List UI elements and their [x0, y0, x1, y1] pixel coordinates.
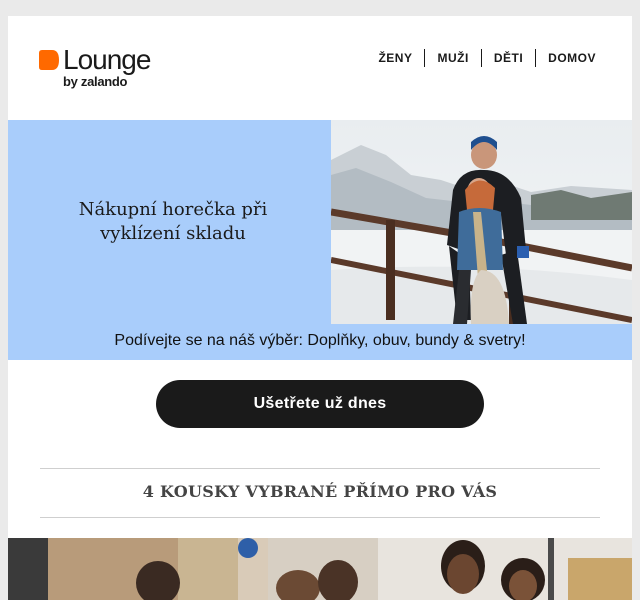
email-body: Lounge by zalando ŽENY MUŽI DĚTI DOMOV N…	[8, 16, 632, 600]
nav-item-domov[interactable]: DOMOV	[536, 49, 608, 67]
nav-item-zeny[interactable]: ŽENY	[366, 49, 424, 67]
section-title: 4 KOUSKY VYBRANÉ PŘÍMO PRO VÁS	[142, 482, 498, 501]
nav-item-deti[interactable]: DĚTI	[482, 49, 535, 67]
lounge-logo[interactable]: Lounge by zalando	[38, 44, 178, 92]
divider-bottom	[40, 517, 600, 518]
hero-caption: Podívejte se na náš výběr: Doplňky, obuv…	[114, 332, 526, 349]
top-nav: ŽENY MUŽI DĚTI DOMOV	[366, 48, 608, 68]
lounge-flag-icon	[39, 50, 59, 70]
logo-subtitle: by zalando	[63, 74, 128, 89]
nav-item-muzi[interactable]: MUŽI	[425, 49, 480, 67]
logo-wordmark: Lounge	[63, 44, 151, 75]
cta-button[interactable]: Ušetřete už dnes	[156, 380, 484, 428]
divider-top	[40, 468, 600, 469]
hero-banner[interactable]: Nákupní horečka při vyklízení skladu Pod…	[8, 120, 632, 360]
product-teaser-photo[interactable]	[8, 538, 632, 600]
hero-photo-winter-couple	[331, 120, 632, 324]
email-header: Lounge by zalando ŽENY MUŽI DĚTI DOMOV	[8, 16, 632, 120]
hero-headline: Nákupní horečka při vyklízení skladu	[78, 199, 268, 244]
